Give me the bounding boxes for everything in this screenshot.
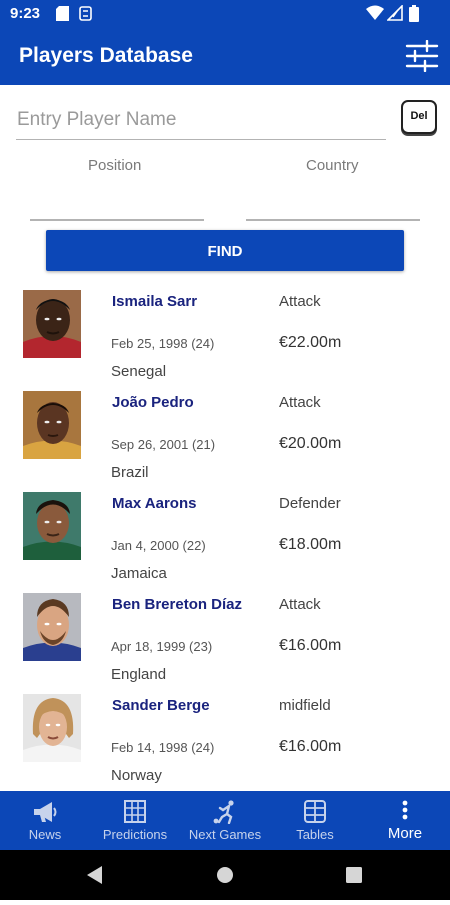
position-select[interactable]	[30, 178, 204, 221]
player-photo	[23, 694, 81, 762]
player-name: Ismaila Sarr	[112, 293, 198, 310]
page-title: Players Database	[19, 44, 193, 67]
player-position: Attack	[279, 394, 321, 411]
player-name: João Pedro	[112, 394, 194, 411]
find-button-label: FIND	[207, 243, 243, 260]
player-row[interactable]: Ben Brereton Díaz Attack Apr 18, 1999 (2…	[0, 593, 450, 694]
player-position: Attack	[279, 596, 321, 613]
player-row[interactable]: João Pedro Attack Sep 26, 2001 (21) €20.…	[0, 391, 450, 492]
player-birthdate: Apr 18, 1999 (23)	[111, 639, 213, 654]
status-bar: 9:23	[0, 0, 450, 27]
table-icon	[304, 800, 326, 823]
player-country: England	[111, 666, 167, 683]
home-circle-icon	[217, 867, 233, 883]
player-photo	[23, 593, 81, 661]
player-birthdate: Sep 26, 2001 (21)	[111, 437, 216, 452]
nav-tables[interactable]: Tables	[270, 791, 360, 850]
bottom-navigation: News Predictions Next Games Tables More	[0, 791, 450, 850]
nav-predictions[interactable]: Predictions	[90, 791, 180, 850]
player-country: Senegal	[111, 363, 167, 380]
player-market-value: €16.00m	[279, 637, 342, 654]
nav-more[interactable]: More	[360, 791, 450, 850]
more-vertical-icon	[402, 800, 408, 820]
player-row[interactable]: Ismaila Sarr Attack Feb 25, 1998 (24) €2…	[0, 290, 450, 391]
recents-square-icon	[346, 867, 362, 883]
filter-settings-button[interactable]	[404, 39, 440, 73]
player-country: Brazil	[111, 464, 149, 481]
player-position: Defender	[279, 495, 341, 512]
grid-icon	[124, 800, 146, 823]
player-market-value: €20.00m	[279, 435, 342, 452]
soccer-player-icon	[213, 800, 234, 824]
megaphone-icon	[34, 802, 57, 822]
status-time: 9:23	[10, 5, 41, 22]
signal-icon	[387, 5, 403, 21]
player-name: Sander Berge	[112, 697, 210, 714]
country-select[interactable]	[246, 178, 420, 221]
system-recents-button[interactable]	[324, 850, 384, 900]
nav-next-games-label: Next Games	[188, 827, 262, 842]
player-name-input[interactable]	[16, 100, 386, 140]
delete-button-label: Del	[410, 110, 428, 122]
player-country: Jamaica	[111, 565, 167, 582]
battery-icon	[409, 5, 419, 22]
nav-more-label: More	[387, 825, 423, 842]
sd-card-icon	[56, 6, 69, 21]
player-birthdate: Feb 25, 1998 (24)	[111, 336, 215, 351]
player-position: Attack	[279, 293, 321, 310]
player-market-value: €22.00m	[279, 334, 342, 351]
player-row[interactable]: Max Aarons Defender Jan 4, 2000 (22) €18…	[0, 492, 450, 593]
system-navigation-bar	[0, 850, 450, 900]
player-position: midfield	[279, 697, 331, 714]
delete-button[interactable]: Del	[401, 100, 437, 134]
player-name: Max Aarons	[112, 495, 197, 512]
sliders-icon	[405, 39, 439, 73]
find-button[interactable]: FIND	[46, 230, 404, 271]
back-triangle-icon	[87, 866, 102, 884]
position-label: Position	[88, 157, 142, 174]
system-back-button[interactable]	[65, 850, 125, 900]
position-select-underline	[30, 219, 204, 221]
player-birthdate: Jan 4, 2000 (22)	[111, 538, 206, 553]
player-birthdate: Feb 14, 1998 (24)	[111, 740, 215, 755]
nav-next-games[interactable]: Next Games	[180, 791, 270, 850]
player-name: Ben Brereton Díaz	[112, 596, 243, 613]
player-market-value: €16.00m	[279, 738, 342, 755]
nav-news-label: News	[28, 827, 62, 842]
nav-news[interactable]: News	[0, 791, 90, 850]
country-label: Country	[306, 157, 359, 174]
app-bar: Players Database	[0, 27, 450, 85]
player-photo	[23, 391, 81, 459]
nav-tables-label: Tables	[296, 827, 334, 842]
player-country: Norway	[111, 767, 162, 784]
player-row[interactable]: Sander Berge midfield Feb 14, 1998 (24) …	[0, 694, 450, 795]
player-photo	[23, 492, 81, 560]
nav-predictions-label: Predictions	[102, 827, 168, 842]
sync-icon	[79, 6, 92, 21]
country-select-underline	[246, 219, 420, 221]
player-market-value: €18.00m	[279, 536, 342, 553]
system-home-button[interactable]	[195, 850, 255, 900]
wifi-icon	[366, 5, 384, 20]
player-photo	[23, 290, 81, 358]
